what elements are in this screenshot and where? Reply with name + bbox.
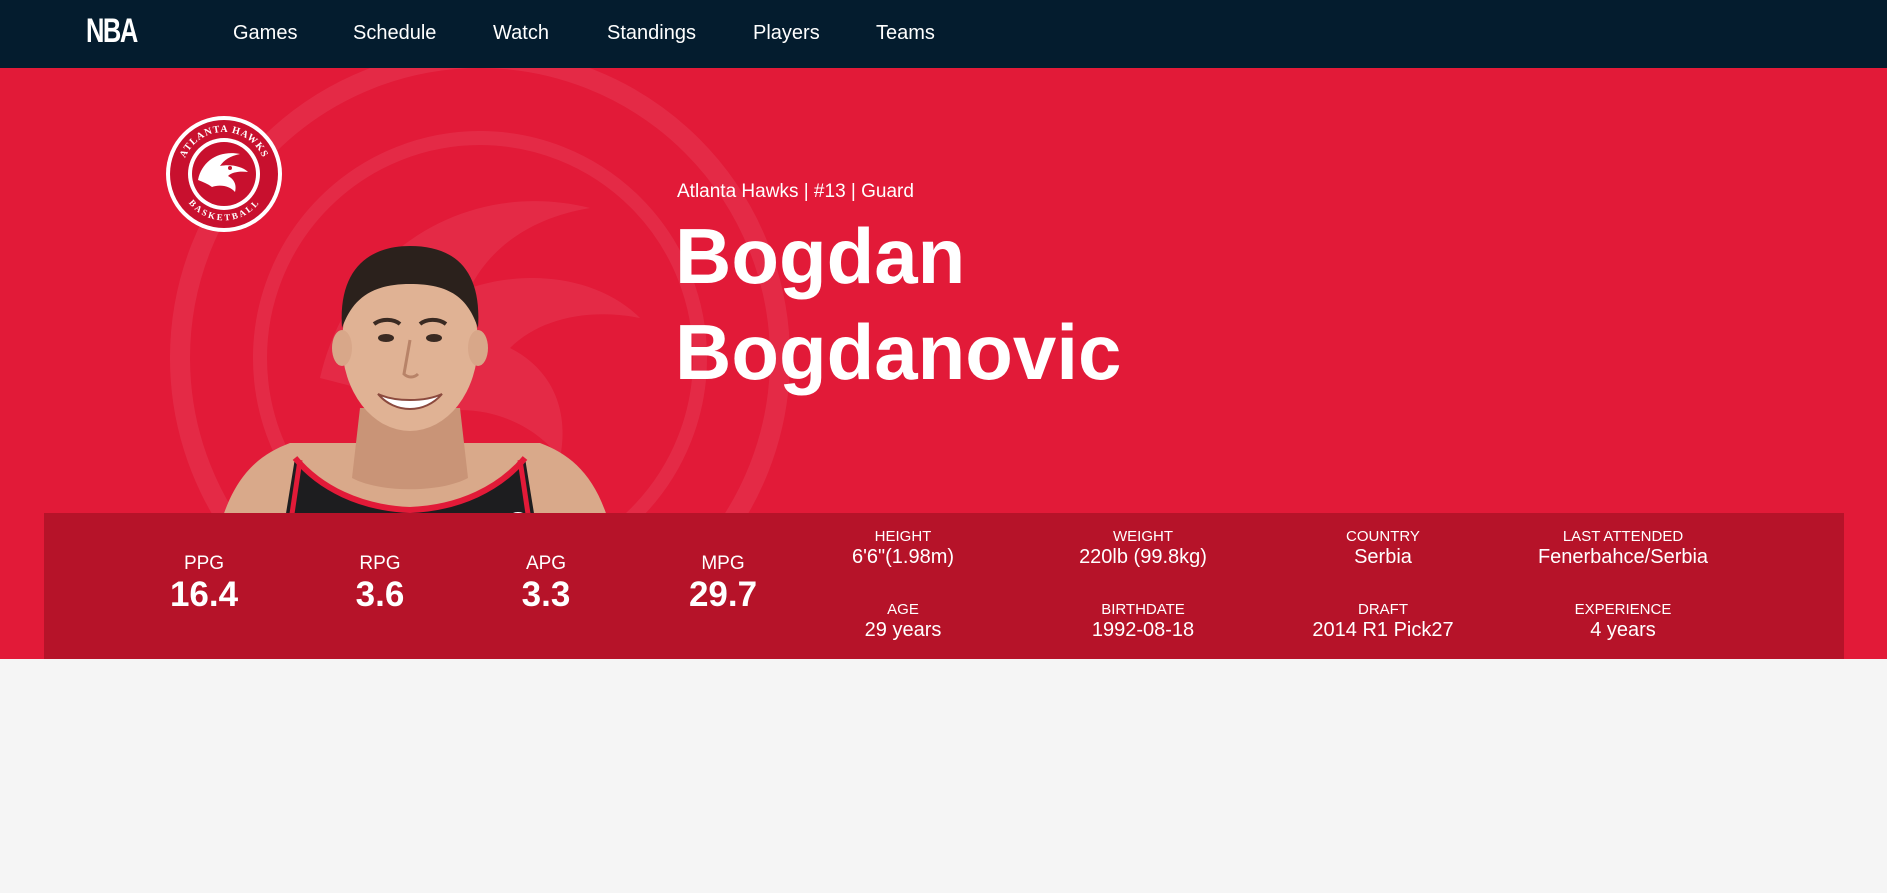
- info-label: WEIGHT: [1113, 528, 1173, 545]
- stat-value: 3.6: [355, 575, 405, 614]
- player-team-number-position: Atlanta Hawks | #13 | Guard: [677, 181, 914, 202]
- player-last-name: Bogdanovic: [675, 308, 1122, 396]
- info-label: HEIGHT: [874, 528, 932, 545]
- info-weight: WEIGHT 220lb (99.8kg): [1023, 528, 1263, 569]
- nav-item-watch[interactable]: Watch: [493, 21, 549, 45]
- stat-label: MPG: [701, 553, 745, 574]
- stat-apg: APG 3.3: [486, 553, 606, 615]
- info-value: Serbia: [1354, 546, 1412, 568]
- stat-label: RPG: [359, 553, 401, 574]
- info-label: AGE: [887, 601, 919, 618]
- info-birthdate: BIRTHDATE 1992-08-18: [1023, 601, 1263, 642]
- info-label: LAST ATTENDED: [1562, 528, 1684, 545]
- nav-item-teams[interactable]: Teams: [876, 21, 935, 45]
- stat-value: 16.4: [169, 575, 239, 614]
- stat-label: APG: [525, 553, 567, 574]
- info-label: EXPERIENCE: [1574, 601, 1672, 618]
- nav-item-standings[interactable]: Standings: [607, 21, 696, 45]
- stat-rpg: RPG 3.6: [320, 553, 440, 615]
- info-last-attended: LAST ATTENDED Fenerbahce/Serbia: [1503, 528, 1743, 569]
- info-height: HEIGHT 6'6"(1.98m): [783, 528, 1023, 569]
- info-draft: DRAFT 2014 R1 Pick27: [1263, 601, 1503, 642]
- info-value: 220lb (99.8kg): [1079, 546, 1207, 568]
- stat-value: 29.7: [688, 575, 758, 614]
- info-value: 29 years: [864, 619, 942, 641]
- info-country: COUNTRY Serbia: [1263, 528, 1503, 569]
- info-value: Fenerbahce/Serbia: [1537, 546, 1709, 568]
- stat-ppg: PPG 16.4: [144, 553, 264, 615]
- info-label: BIRTHDATE: [1101, 601, 1185, 618]
- nav-item-games[interactable]: Games: [233, 21, 297, 45]
- info-value: 6'6"(1.98m): [851, 546, 955, 568]
- info-label: DRAFT: [1358, 601, 1408, 618]
- nba-logo-text: NBA: [86, 12, 138, 50]
- stat-label: PPG: [183, 553, 225, 574]
- info-experience: EXPERIENCE 4 years: [1503, 601, 1743, 642]
- info-value: 1992-08-18: [1091, 619, 1195, 641]
- nav-item-players[interactable]: Players: [753, 21, 820, 45]
- player-stats-bar: PPG 16.4 RPG 3.6 APG 3.3 MPG 29.7 HEIGHT…: [44, 513, 1844, 659]
- info-value: 2014 R1 Pick27: [1312, 619, 1454, 641]
- nav-item-schedule[interactable]: Schedule: [353, 21, 436, 45]
- player-first-name: Bogdan: [675, 212, 966, 300]
- info-label: COUNTRY: [1346, 528, 1420, 545]
- player-name: Bogdan Bogdanovic: [675, 208, 1121, 400]
- info-age: AGE 29 years: [783, 601, 1023, 642]
- nba-logo-icon[interactable]: NBA: [83, 11, 149, 51]
- top-navigation: NBA Games Schedule Watch Standings Playe…: [0, 0, 1887, 68]
- stat-mpg: MPG 29.7: [663, 553, 783, 615]
- stat-value: 3.3: [521, 575, 571, 614]
- info-value: 4 years: [1590, 619, 1656, 641]
